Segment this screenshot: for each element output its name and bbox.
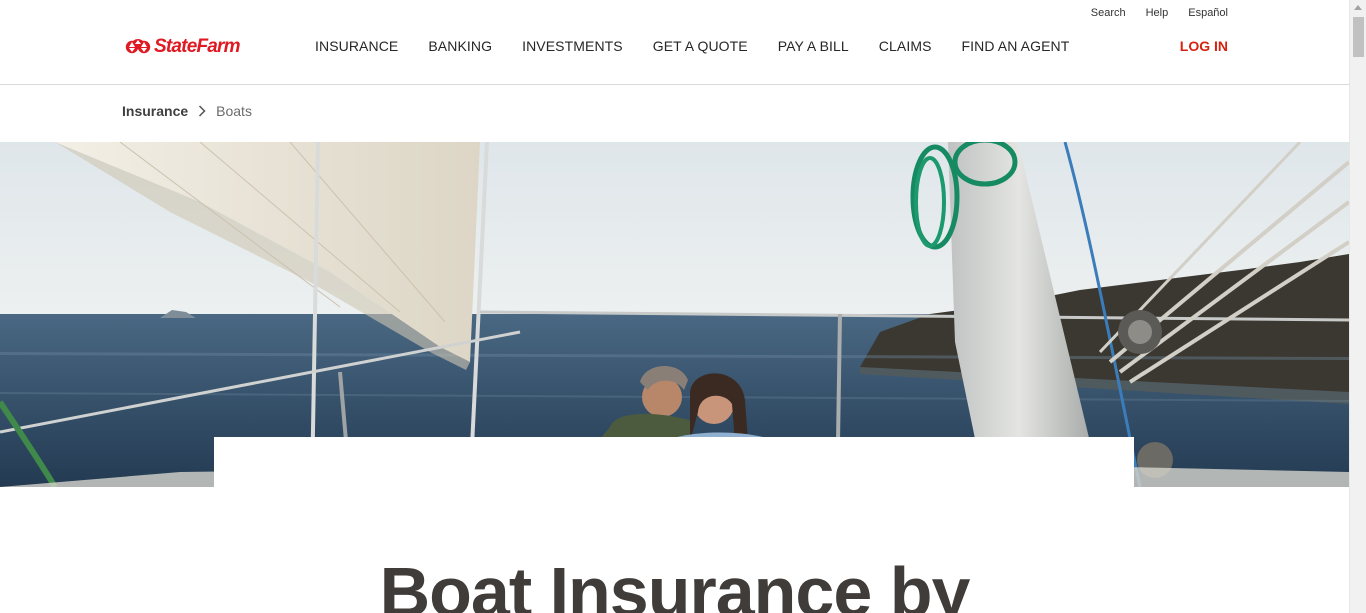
breadcrumb-current: Boats (216, 103, 252, 119)
breadcrumb-link-insurance[interactable]: Insurance (122, 103, 188, 119)
login-link[interactable]: LOG IN (1180, 38, 1228, 54)
logo-wordmark: StateFarm (154, 36, 241, 57)
nav-item-get-a-quote[interactable]: GET A QUOTE (653, 38, 748, 54)
page: Search Help Español StateFarm INSURANCE … (0, 0, 1349, 613)
breadcrumb: Insurance Boats (122, 103, 252, 119)
couple-on-sailboat-photo (0, 142, 1349, 487)
statefarm-logo[interactable]: StateFarm (125, 36, 241, 58)
nav-item-insurance[interactable]: INSURANCE (315, 38, 398, 54)
utility-link-help[interactable]: Help (1146, 7, 1169, 19)
nav-item-pay-a-bill[interactable]: PAY A BILL (778, 38, 849, 54)
utility-link-search[interactable]: Search (1091, 7, 1126, 19)
site-header: Search Help Español StateFarm INSURANCE … (0, 0, 1349, 85)
nav-item-find-an-agent[interactable]: FIND AN AGENT (962, 38, 1070, 54)
page-title: Boat Insurance by (379, 553, 971, 613)
statefarm-logo-icon (125, 39, 151, 55)
scroll-thumb[interactable] (1353, 17, 1364, 57)
utility-link-espanol[interactable]: Español (1188, 7, 1228, 19)
vertical-scrollbar[interactable] (1349, 0, 1366, 613)
main-nav: INSURANCE BANKING INVESTMENTS GET A QUOT… (315, 38, 1099, 54)
hero-image (0, 142, 1349, 487)
nav-item-banking[interactable]: BANKING (428, 38, 492, 54)
chevron-right-icon (198, 105, 206, 117)
nav-item-claims[interactable]: CLAIMS (879, 38, 932, 54)
utility-nav: Search Help Español (1071, 7, 1228, 19)
nav-item-investments[interactable]: INVESTMENTS (522, 38, 623, 54)
hero-content-card (214, 437, 1134, 497)
scroll-up-arrow-icon[interactable] (1354, 5, 1362, 10)
